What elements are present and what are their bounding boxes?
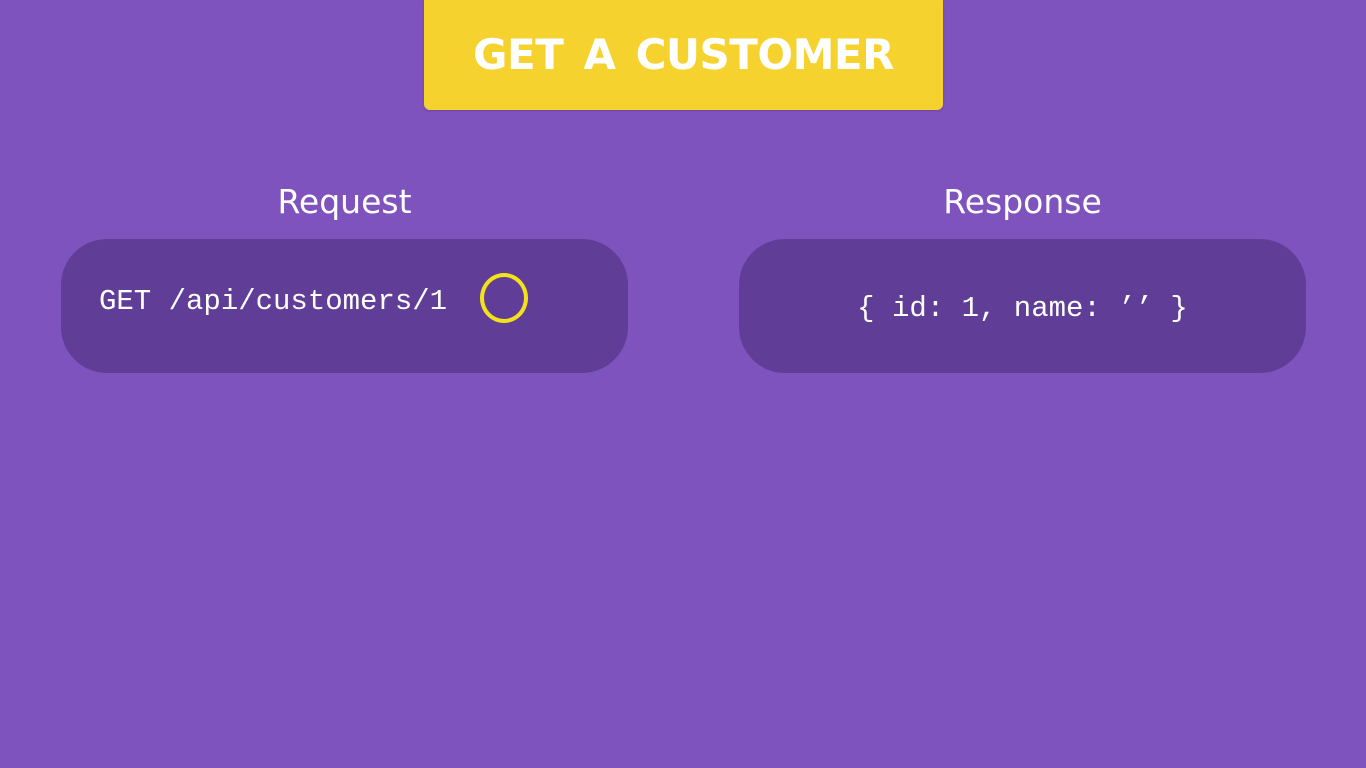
slide-title: GET A CUSTOMER [473,29,894,79]
request-heading: Request [277,182,412,221]
highlight-circle [480,273,528,323]
response-heading: Response [943,182,1102,221]
response-code: { id: 1, name: ’’ } [857,291,1188,325]
title-banner: GET A CUSTOMER [424,0,943,110]
response-panel: { id: 1, name: ’’ } [739,239,1306,373]
request-code: GET /api/customers/1 [99,284,448,318]
request-panel: GET /api/customers/1 [61,239,628,373]
